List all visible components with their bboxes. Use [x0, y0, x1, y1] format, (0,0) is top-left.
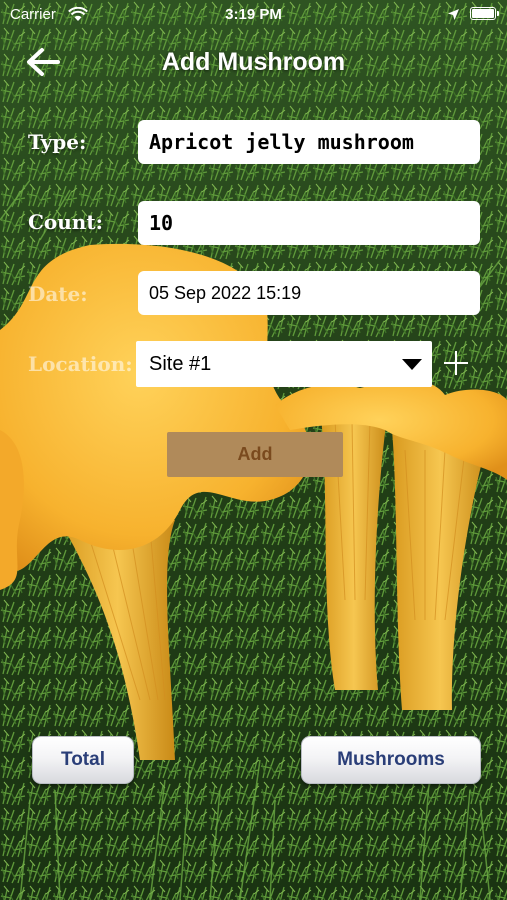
add-button[interactable]: Add [167, 432, 343, 477]
location-label: Location: [28, 352, 133, 376]
type-label: Type: [28, 130, 87, 154]
page-title: Add Mushroom [161, 48, 346, 76]
location-value: Site #1 [149, 352, 212, 375]
battery-icon [470, 7, 499, 20]
plus-icon[interactable] [444, 351, 468, 375]
count-label: Count: [28, 210, 103, 234]
location-select[interactable]: Site #1 [136, 341, 432, 387]
dropdown-arrow-icon [402, 359, 422, 370]
date-label: Date: [28, 282, 88, 306]
count-field[interactable]: 10 [138, 201, 480, 245]
date-field[interactable]: 05 Sep 2022 15:19 [138, 271, 480, 315]
mushrooms-button[interactable]: Mushrooms [301, 736, 481, 784]
location-arrow-icon [448, 9, 459, 20]
type-field[interactable]: Apricot jelly mushroom [138, 120, 480, 164]
clock: 3:19 PM [225, 6, 282, 23]
status-bar: Carrier 3:19 PM [0, 0, 507, 30]
total-button[interactable]: Total [32, 736, 134, 784]
